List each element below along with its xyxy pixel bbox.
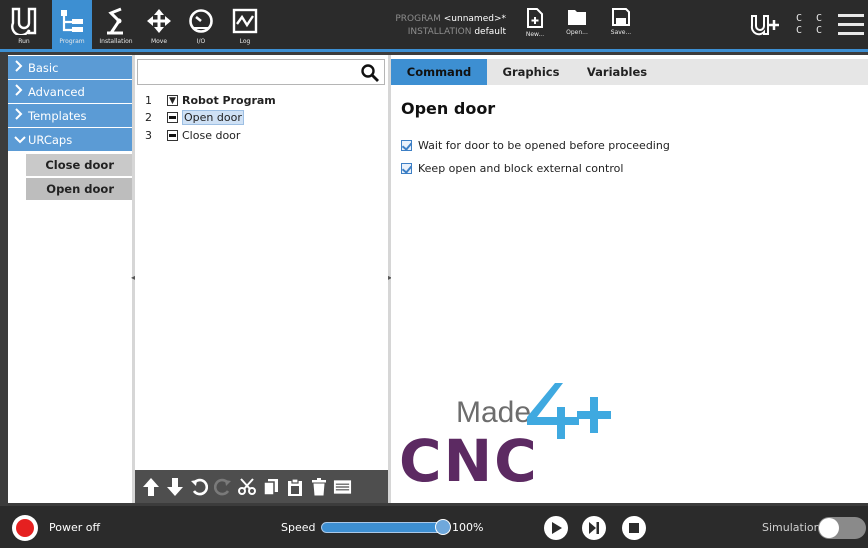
hamburger-menu-icon[interactable] [838, 14, 864, 36]
step-icon [589, 522, 599, 534]
category-advanced[interactable]: Advanced [8, 80, 132, 103]
program-label: PROGRAM [395, 14, 441, 24]
logo-cnc-text: CNC [401, 427, 539, 487]
program-info: PROGRAM <unnamed>* INSTALLATION default [366, 13, 506, 39]
search-icon[interactable] [360, 63, 380, 83]
simulation-label: Simulation [762, 521, 821, 534]
chevron-right-icon [14, 84, 28, 99]
node-details-panel: Command Graphics Variables Open door Wai… [391, 55, 868, 503]
category-templates[interactable]: Templates [8, 104, 132, 127]
tree-row-robot-program[interactable]: 1 ▼ Robot Program [145, 92, 276, 109]
play-button[interactable] [544, 516, 568, 540]
tree-search-box [137, 59, 385, 85]
tab-graphics[interactable]: Graphics [491, 59, 571, 85]
category-urcaps[interactable]: URCaps [8, 128, 132, 151]
urplus-button[interactable] [750, 14, 780, 39]
tab-bar: Command Graphics Variables [391, 59, 868, 85]
speed-slider[interactable] [321, 522, 445, 533]
option-wait-for-door[interactable]: Wait for door to be opened before procee… [401, 139, 670, 152]
tree-toolbar [135, 470, 388, 503]
nav-program-button[interactable]: Program [52, 0, 92, 50]
urcap-item-close-door[interactable]: Close door [26, 154, 132, 176]
tab-command[interactable]: Command [391, 59, 487, 85]
power-label[interactable]: Power off [49, 521, 100, 534]
bottom-bar: Power off Speed 100% Simulation [0, 506, 868, 548]
toggle-knob [819, 518, 839, 538]
speed-value: 100% [452, 521, 484, 534]
program-tree-icon [59, 6, 85, 36]
chevron-right-icon [14, 108, 28, 123]
speed-label: Speed [281, 521, 316, 534]
logo-made-text: Made [456, 396, 531, 429]
top-bar: Run Program Installation Move I/O Log PR… [0, 0, 868, 52]
new-file-icon [527, 8, 543, 28]
robot-arm-icon [101, 6, 131, 36]
node-icon [167, 112, 178, 123]
log-chart-icon [232, 6, 258, 36]
copy-icon[interactable] [261, 476, 280, 498]
made4cnc-logo: Made CNC [399, 377, 611, 495]
category-basic[interactable]: Basic [8, 56, 132, 79]
main-area: Basic Advanced Templates URCaps Close do… [8, 55, 868, 503]
node-icon [167, 130, 178, 141]
ur-logo-icon [11, 6, 37, 36]
chevron-right-icon [14, 60, 28, 75]
stop-icon [629, 523, 639, 533]
save-icon [612, 8, 630, 26]
folder-icon [568, 10, 586, 25]
open-button[interactable]: Open... [560, 8, 594, 48]
program-name: <unnamed>* [443, 14, 506, 24]
save-button[interactable]: Save... [604, 8, 638, 48]
program-node-menu: Basic Advanced Templates URCaps Close do… [8, 55, 132, 503]
program-tree-panel: 1 ▼ Robot Program 2 Open door 3 Close do… [135, 55, 388, 503]
io-gauge-icon [188, 6, 214, 36]
simulation-toggle[interactable] [818, 517, 866, 539]
power-status-icon [16, 519, 34, 537]
tree-row-close-door[interactable]: 3 Close door [145, 127, 240, 144]
power-button[interactable] [12, 515, 38, 541]
play-icon [552, 522, 562, 534]
nav-log-button[interactable]: Log [228, 0, 262, 50]
tree-row-open-door[interactable]: 2 Open door [145, 109, 244, 126]
installation-name: default [474, 27, 506, 37]
redo-icon[interactable] [213, 476, 232, 498]
move-up-icon[interactable] [141, 476, 160, 498]
keep-open-checkbox[interactable] [401, 163, 412, 174]
nav-run-button[interactable]: Run [6, 0, 42, 50]
undo-icon[interactable] [189, 476, 208, 498]
tab-variables[interactable]: Variables [575, 59, 659, 85]
tree-row-label-selected: Open door [182, 110, 244, 125]
installation-label: INSTALLATION [407, 27, 472, 37]
node-title: Open door [401, 99, 496, 118]
delete-icon[interactable] [309, 476, 328, 498]
nav-io-button[interactable]: I/O [184, 0, 218, 50]
expand-toggle-icon[interactable]: ▼ [167, 95, 178, 106]
wait-for-door-checkbox[interactable] [401, 140, 412, 151]
new-button[interactable]: New... [518, 8, 552, 48]
urcap-item-open-door[interactable]: Open door [26, 178, 132, 200]
urplus-icon [750, 15, 779, 36]
connection-status: C C C C [796, 13, 827, 36]
speed-slider-handle[interactable] [435, 519, 451, 535]
option-keep-open[interactable]: Keep open and block external control [401, 162, 623, 175]
move-arrows-icon [146, 6, 172, 36]
tree-search-input[interactable] [142, 61, 357, 83]
suppress-icon[interactable] [333, 476, 352, 498]
nav-move-button[interactable]: Move [142, 0, 176, 50]
stop-button[interactable] [622, 516, 646, 540]
paste-icon[interactable] [285, 476, 304, 498]
nav-installation-button[interactable]: Installation [94, 0, 138, 50]
cut-icon[interactable] [237, 476, 256, 498]
move-down-icon[interactable] [165, 476, 184, 498]
chevron-down-icon [14, 133, 28, 147]
step-button[interactable] [582, 516, 606, 540]
